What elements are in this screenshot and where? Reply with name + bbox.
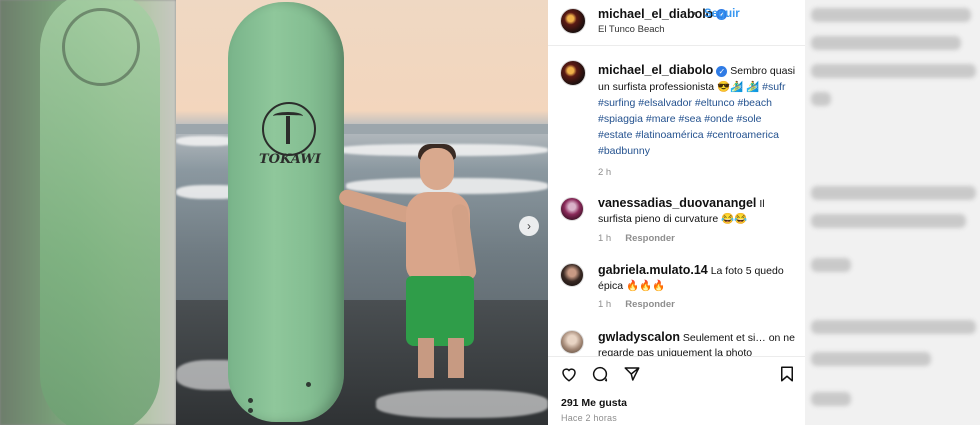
comment: gabriela.mulato.14 La foto 5 quedo épica… — [598, 263, 798, 294]
surfer-leg — [418, 338, 434, 378]
comment-meta: 1 h Responder — [598, 233, 675, 244]
surfboard: TOKAWI — [228, 2, 344, 422]
comment: vanessadias_duovanangel Il surfista pien… — [598, 196, 798, 227]
post-header: michael_el_diabolo ✓ • Seguir El Tunco Be… — [548, 0, 805, 46]
caption-username[interactable]: michael_el_diabolo — [598, 63, 713, 77]
fin-plug — [248, 408, 253, 413]
blurred-text-line — [811, 258, 851, 272]
blurred-board-logo — [62, 8, 140, 86]
blurred-text-line — [811, 352, 931, 366]
comment-time: 1 h — [598, 233, 612, 244]
blurred-backdrop-right — [805, 0, 980, 425]
commenter-username[interactable]: gwladyscalon — [598, 330, 680, 344]
blurred-text-line — [811, 214, 966, 228]
chevron-right-icon: › — [527, 219, 531, 233]
blurred-text-line — [811, 92, 831, 106]
wave-foam — [376, 390, 548, 418]
blurred-text-line — [811, 64, 976, 78]
author-avatar[interactable] — [560, 8, 586, 34]
surfer-leg — [448, 338, 464, 378]
blurred-text-line — [811, 36, 961, 50]
palm-trunk — [286, 116, 290, 144]
heart-icon[interactable] — [560, 365, 578, 383]
comment-meta: 1 h Responder — [598, 299, 675, 310]
palm-tree-logo — [262, 102, 316, 156]
commenter-username[interactable]: gabriela.mulato.14 — [598, 263, 708, 277]
post-panel: michael_el_diabolo ✓ • Seguir El Tunco Be… — [548, 0, 805, 425]
separator-dot: • — [693, 8, 697, 20]
commenter-avatar[interactable] — [560, 263, 584, 287]
blurred-text-line — [811, 392, 851, 406]
action-bar: 291 Me gusta Hace 2 horas — [548, 356, 805, 425]
reply-button[interactable]: Responder — [625, 233, 675, 244]
verified-icon: ✓ — [716, 65, 728, 77]
comment-time: 1 h — [598, 299, 612, 310]
post-caption: michael_el_diabolo ✓ Sembro quasi un surf… — [598, 62, 798, 159]
like-count[interactable]: 291 Me gusta — [561, 397, 627, 409]
caption-time: 2 h — [598, 167, 612, 178]
reply-button[interactable]: Responder — [625, 299, 675, 310]
board-brand: TOKAWI — [259, 152, 321, 167]
share-icon[interactable] — [623, 365, 641, 383]
caption-avatar[interactable] — [560, 60, 586, 86]
wave-foam — [176, 136, 236, 146]
blurred-text-line — [811, 186, 976, 200]
bookmark-icon[interactable] — [778, 365, 796, 383]
commenter-avatar[interactable] — [560, 330, 584, 354]
fin-plug — [248, 398, 253, 403]
screenshot: TOKAWI › michael_el_diabolo ✓ • Seguir E… — [0, 0, 980, 425]
post-photo[interactable]: TOKAWI › — [176, 0, 548, 425]
green-swim-shorts — [406, 276, 474, 346]
blurred-text-line — [811, 8, 971, 22]
follow-button[interactable]: Seguir — [704, 8, 740, 20]
comment-icon[interactable] — [591, 365, 609, 383]
fin-plug — [306, 382, 311, 387]
surfer-head — [420, 148, 454, 190]
post-location[interactable]: El Tunco Beach — [598, 24, 665, 35]
blurred-text-line — [811, 320, 976, 334]
commenter-avatar[interactable] — [560, 197, 584, 221]
post-timestamp: Hace 2 horas — [561, 413, 617, 423]
next-photo-button[interactable]: › — [519, 216, 539, 236]
commenter-username[interactable]: vanessadias_duovanangel — [598, 196, 756, 210]
